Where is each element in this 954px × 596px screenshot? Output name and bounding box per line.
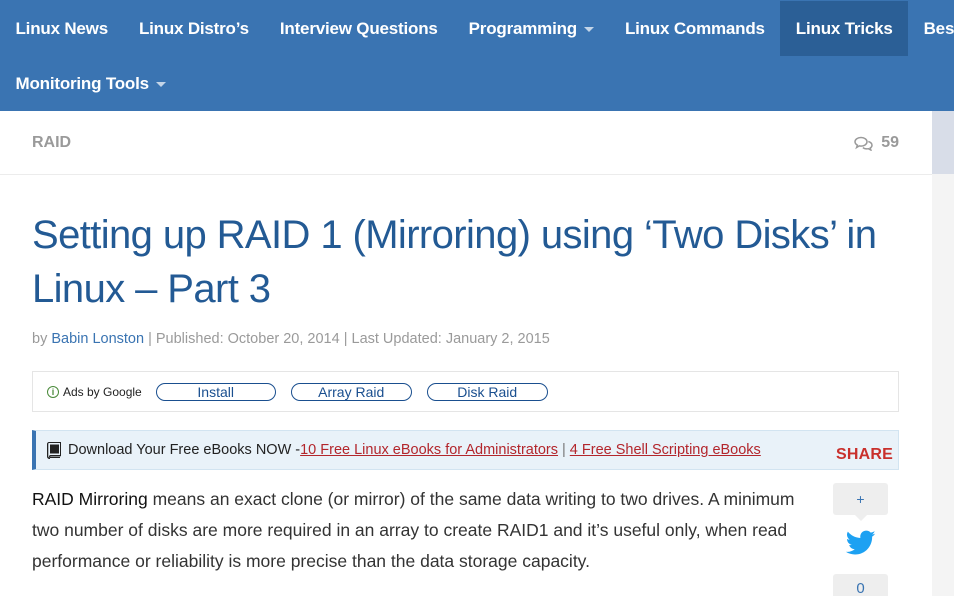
shell-scripting-ebooks-link[interactable]: 4 Free Shell Scripting eBooks [570,442,761,458]
comment-count: 59 [881,134,899,151]
share-label: SHARE [836,446,894,463]
top-navigation: Linux News Linux Distro’s Interview Ques… [0,0,954,111]
ad-pill-install[interactable]: Install [155,382,276,401]
share-count[interactable]: 0 [833,574,888,596]
ads-bar: i Ads by Google Install Array Raid Disk … [32,371,899,412]
nav-item-label: Linux Tricks [795,18,893,38]
ebooks-admin-link[interactable]: 10 Free Linux eBooks for Administrators [300,442,558,458]
info-icon: i [47,385,59,398]
twitter-share-button[interactable] [845,530,876,558]
caret-down-icon [583,27,594,32]
caret-down-icon [155,82,166,87]
ad-pill-disk-raid[interactable]: Disk Raid [426,382,548,401]
raid-mirroring-term: RAID Mirroring [32,489,148,509]
nav-item-monitoring-tools[interactable]: Monitoring Tools [0,56,181,111]
intro-paragraph: RAID Mirroring means an exact clone (or … [32,484,802,577]
article-meta: by Babin Lonston | Published: October 20… [32,331,550,347]
ebook-banner: Download Your Free eBooks NOW - 10 Free … [32,430,899,470]
nav-item-interview-questions[interactable]: Interview Questions [264,1,453,56]
category-label[interactable]: RAID [32,134,71,152]
book-icon [47,441,61,459]
ads-label: Ads by Google [63,384,142,399]
share-plus-button[interactable]: + [833,483,888,521]
nav-item-label: Interview Questions [279,18,438,38]
nav-item-linux-distros[interactable]: Linux Distro’s [123,1,264,56]
ads-by-google[interactable]: i Ads by Google [47,385,142,399]
nav-row-2: Monitoring Tools [0,56,181,111]
comments-link[interactable]: 59 [854,134,899,152]
twitter-icon [845,530,876,555]
banner-text: Download Your Free eBooks NOW - [68,442,301,458]
nav-item-label: Best Linux Tools [923,18,954,38]
nav-item-linux-commands[interactable]: Linux Commands [609,1,780,56]
article-title: Setting up RAID 1 (Mirroring) using ‘Two… [32,213,877,311]
meta-dates: | Published: October 20, 2014 | Last Upd… [144,331,550,347]
scrollbar[interactable] [932,111,954,596]
scrollbar-thumb[interactable] [932,111,954,174]
nav-item-label: Monitoring Tools [15,73,150,93]
nav-item-label: Linux Distro’s [138,18,249,38]
meta-by: by [32,331,52,347]
author-link[interactable]: Babin Lonston [51,331,144,347]
nav-item-best-linux-tools[interactable]: Best Linux Tools [908,1,954,56]
ad-pill-array-raid[interactable]: Array Raid [290,382,412,401]
nav-item-programming[interactable]: Programming [453,1,609,56]
category-bar: RAID 59 [0,111,932,175]
nav-item-linux-tricks[interactable]: Linux Tricks [780,1,909,56]
nav-row-1: Linux News Linux Distro’s Interview Ques… [0,1,954,56]
comments-icon [854,136,873,151]
nav-item-linux-news[interactable]: Linux News [0,1,123,56]
nav-item-label: Linux News [15,18,109,38]
banner-separator: | [562,442,566,458]
nav-item-label: Linux Commands [624,18,765,38]
nav-item-label: Programming [468,18,578,38]
